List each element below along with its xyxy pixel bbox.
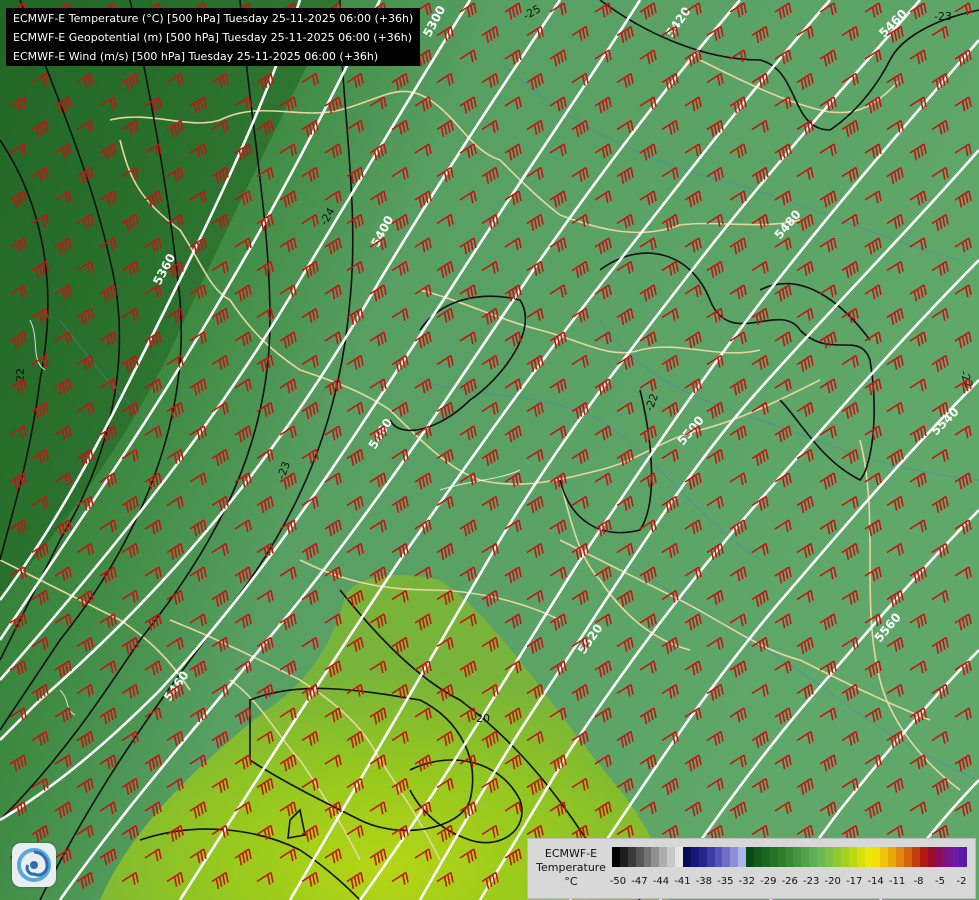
legend-swatch: [635, 847, 644, 867]
legend-swatch: [698, 847, 707, 867]
legend-tick-label: -8: [913, 876, 924, 887]
legend-variable: Temperature: [536, 861, 606, 874]
legend-tick-label: -2: [956, 876, 967, 887]
legend-swatch: [943, 847, 952, 867]
swirl-logo-icon: [17, 848, 51, 882]
legend-swatch: [911, 847, 920, 867]
legend-swatch: [817, 847, 826, 867]
legend-swatch: [809, 847, 818, 867]
legend-swatch: [864, 847, 873, 867]
legend-swatch: [761, 847, 770, 867]
legend-swatch: [619, 847, 628, 867]
legend-swatch: [888, 847, 897, 867]
legend-tick-label: -23: [803, 876, 820, 887]
legend-tick-label: -26: [781, 876, 798, 887]
legend-swatch: [683, 847, 691, 867]
legend-tick-label: -32: [738, 876, 755, 887]
legend-swatch: [927, 847, 936, 867]
legend-swatch: [872, 847, 881, 867]
legend-tick-label: -20: [824, 876, 841, 887]
legend-swatch: [880, 847, 889, 867]
legend-unit: °C: [564, 875, 578, 888]
legend-swatch: [832, 847, 841, 867]
temperature-legend: ECMWF-E Temperature °C -50 -47 -44 -41 -38 -3…: [527, 838, 976, 899]
legend-tick-label: -17: [845, 876, 863, 887]
title-wind: ECMWF-E Wind (m/s) [500 hPa] Tuesday 25-…: [13, 50, 379, 63]
legend-swatch: [935, 847, 944, 867]
legend-swatch: [714, 847, 723, 867]
legend-swatch: [856, 847, 865, 867]
legend-title: ECMWF-E Temperature °C: [532, 847, 610, 889]
legend-color-bar: [612, 847, 968, 867]
legend-swatch: [777, 847, 786, 867]
legend-tick-label: -41: [674, 876, 691, 887]
legend-swatch: [667, 847, 676, 867]
legend-swatch: [754, 847, 762, 867]
legend-tick-labels: -50 -47 -44 -41 -38 -35 -32 -29 -26 -23 -20 -17 -14-…: [609, 876, 972, 890]
legend-model: ECMWF-E: [544, 847, 598, 860]
legend-swatch: [840, 847, 849, 867]
legend-swatch: [643, 847, 652, 867]
legend-swatch: [675, 847, 684, 867]
map-title-box: ECMWF-E Temperature (°C) [500 hPa] Tuesd…: [6, 8, 420, 66]
legend-tick-label: -44: [652, 876, 670, 887]
legend-tick-label: -38: [695, 876, 713, 887]
legend-swatch: [801, 847, 810, 867]
legend-swatch: [793, 847, 802, 867]
legend-tick-label: -11: [888, 876, 906, 887]
legend-tick-label: -47: [631, 876, 648, 887]
legend-tick-label: -35: [717, 876, 734, 887]
legend-swatch: [651, 847, 660, 867]
weather-map: 5300 5360 5400 5420 5460 5480 5460 5500 …: [0, 0, 979, 900]
legend-swatch: [690, 847, 699, 867]
legend-swatch: [722, 847, 731, 867]
legend-swatch: [785, 847, 794, 867]
legend-swatch: [612, 847, 620, 867]
legend-tick-label: -50: [609, 876, 627, 887]
title-geopotential: ECMWF-E Geopotential (m) [500 hPa] Tuesd…: [13, 31, 413, 44]
legend-swatch: [896, 847, 904, 867]
label-iso-23-top: -23: [934, 10, 952, 23]
legend-swatch: [706, 847, 715, 867]
legend-tick-label: -5: [935, 876, 946, 887]
legend-swatch: [959, 847, 968, 867]
legend-swatch: [746, 847, 755, 867]
legend-swatch: [659, 847, 668, 867]
provider-logo: [12, 843, 56, 887]
legend-swatch: [738, 847, 747, 867]
title-temperature: ECMWF-E Temperature (°C) [500 hPa] Tuesd…: [13, 12, 414, 25]
legend-swatch: [848, 847, 857, 867]
legend-tick-label: -14: [867, 876, 884, 887]
legend-swatch: [951, 847, 960, 867]
legend-swatch: [825, 847, 833, 867]
legend-tick-label: -29: [760, 876, 777, 887]
legend-swatch: [627, 847, 636, 867]
legend-swatch: [730, 847, 739, 867]
legend-swatch: [903, 847, 912, 867]
legend-swatch: [919, 847, 928, 867]
legend-swatch: [769, 847, 778, 867]
